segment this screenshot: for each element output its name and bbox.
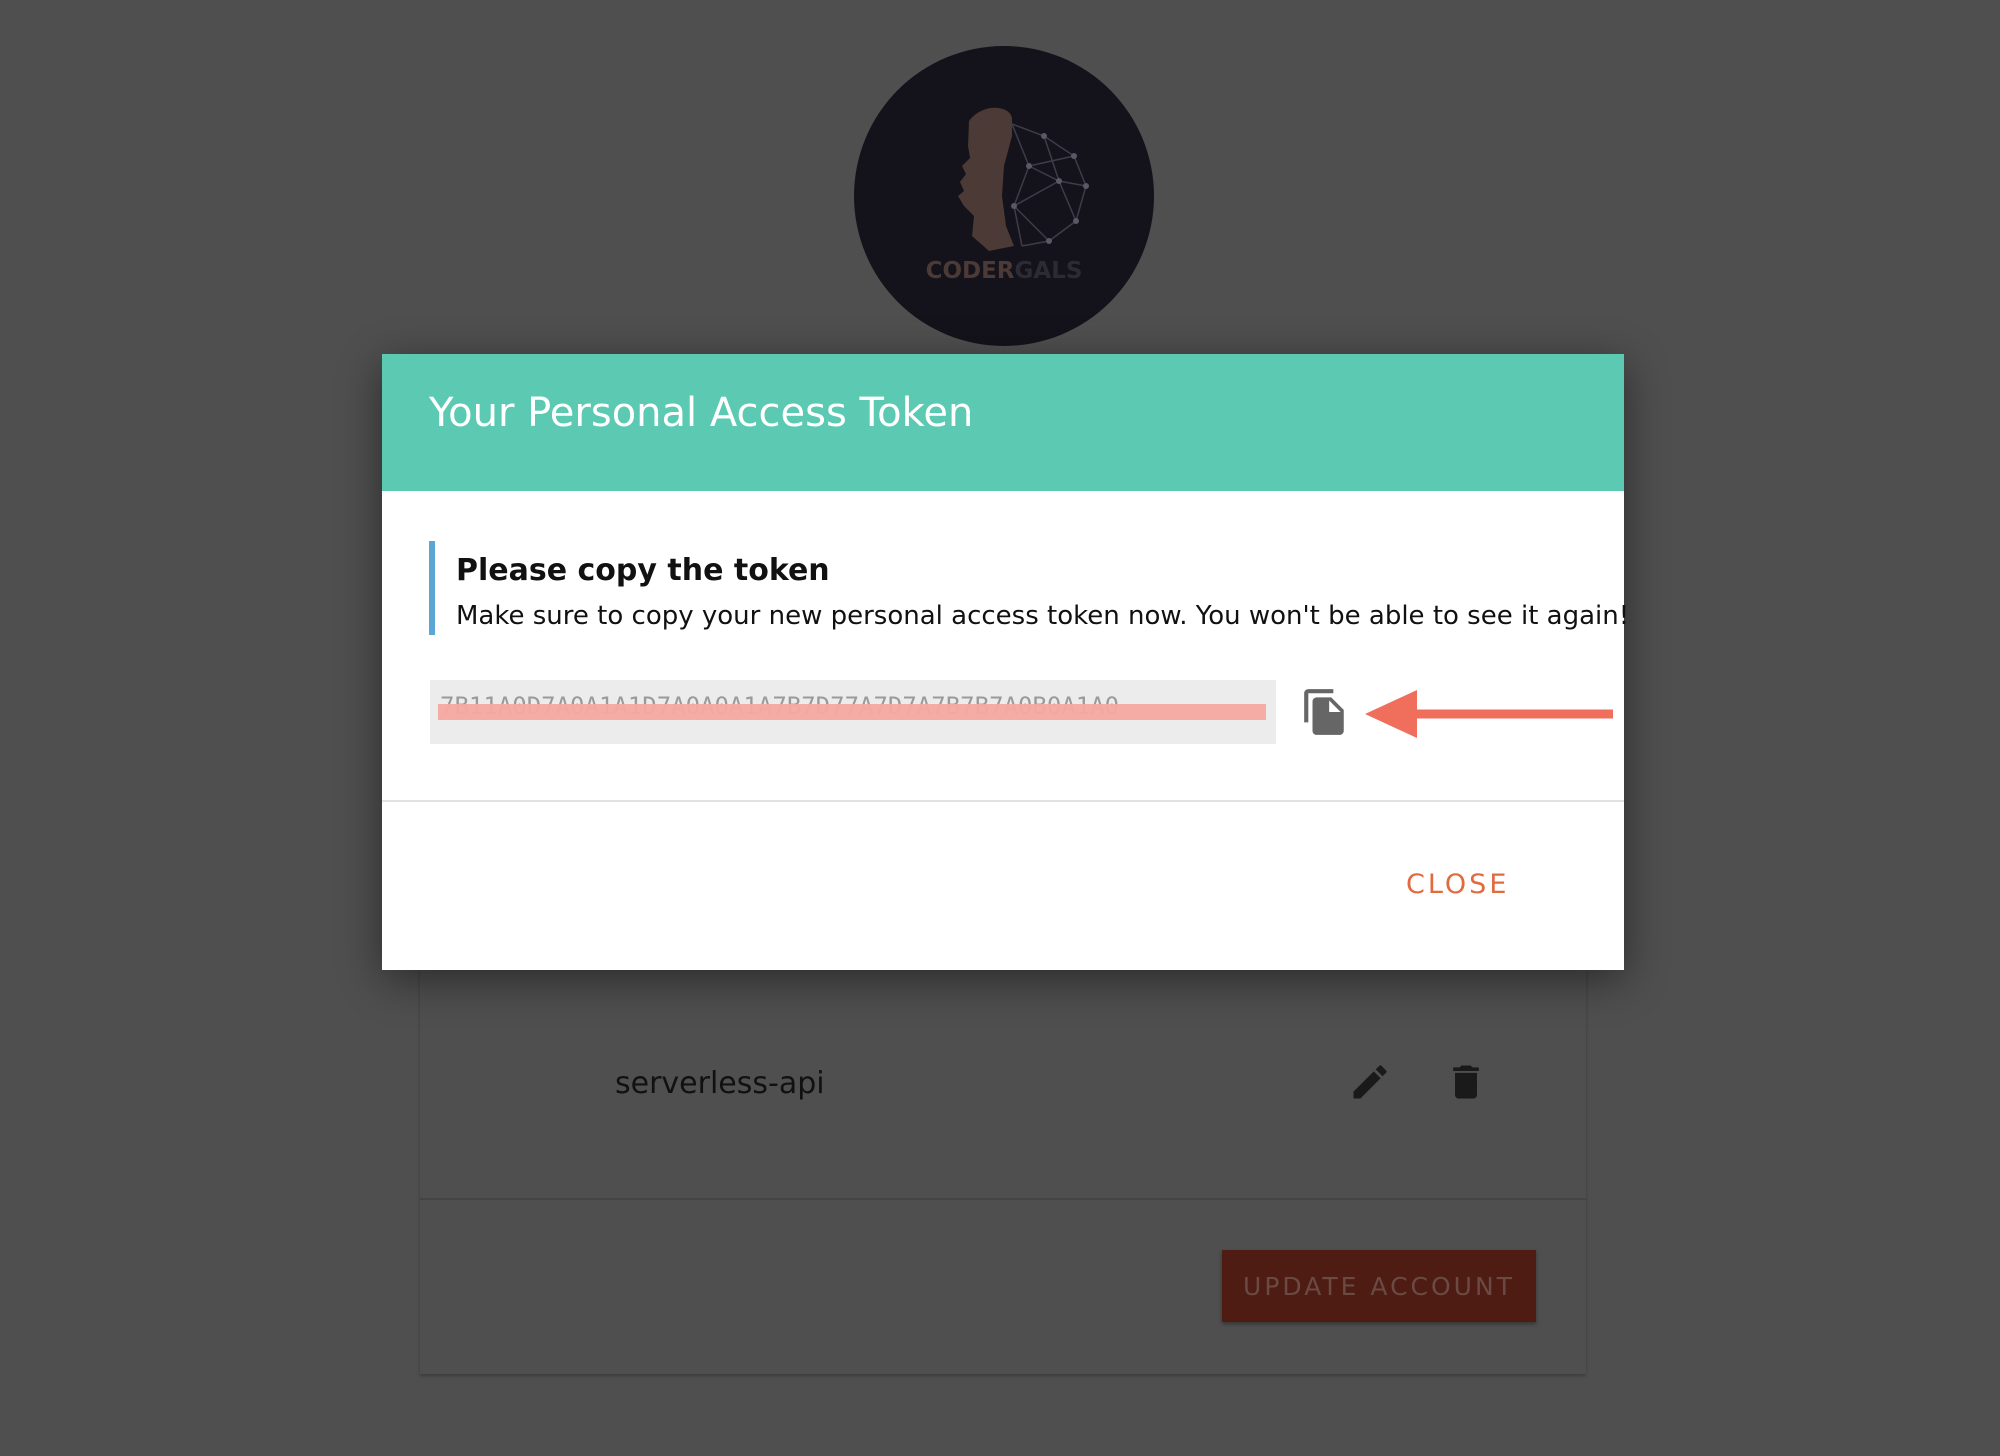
- token-dialog: Your Personal Access Token Please copy t…: [382, 354, 1629, 970]
- trash-icon: [1453, 1065, 1479, 1099]
- edit-button[interactable]: [1348, 1060, 1392, 1104]
- avatar: CODERGALS: [854, 46, 1154, 346]
- notice-title: Please copy the token: [456, 553, 830, 588]
- notice-body: Make sure to copy your new personal acce…: [456, 601, 1630, 631]
- card-divider: [420, 1198, 1586, 1200]
- account-card: serverless-api UPDATE ACCOUNT: [420, 960, 1586, 1374]
- dialog-title: Your Personal Access Token: [429, 390, 974, 436]
- token-redaction-mark: [438, 704, 1266, 720]
- app-name: serverless-api: [615, 1066, 825, 1101]
- copy-token-button[interactable]: [1300, 686, 1350, 738]
- close-button[interactable]: CLOSE: [1400, 868, 1515, 901]
- dialog-divider: [382, 800, 1624, 802]
- token-field[interactable]: 7B11A0D7A0A1A1D7A0A0A1A7B7D77A7D7A7B7B7A…: [430, 680, 1276, 744]
- copy-icon: [1304, 689, 1344, 735]
- dialog-header: Your Personal Access Token: [382, 354, 1624, 491]
- codergals-logo: [958, 107, 1089, 251]
- delete-button[interactable]: [1444, 1060, 1488, 1104]
- update-account-button[interactable]: UPDATE ACCOUNT: [1222, 1250, 1536, 1322]
- annotation-arrow-icon: [1365, 690, 1613, 738]
- logo-text: CODERGALS: [925, 258, 1083, 284]
- pencil-icon: [1353, 1065, 1387, 1099]
- notice-callout: Please copy the token Make sure to copy …: [429, 541, 1629, 635]
